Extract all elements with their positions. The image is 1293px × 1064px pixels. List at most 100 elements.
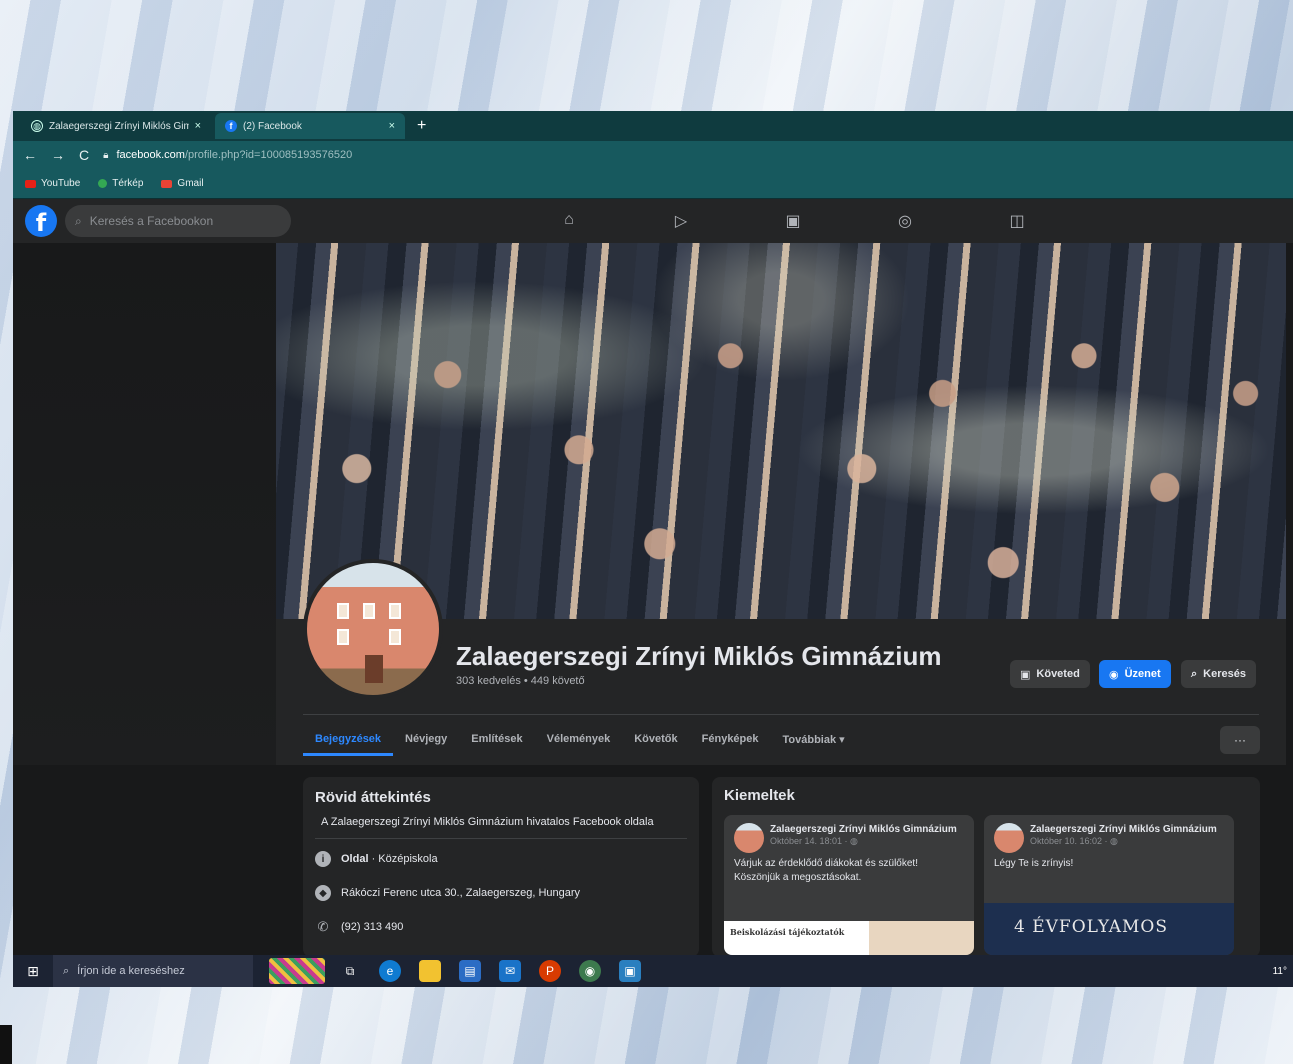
intro-card: Rövid áttekintés A Zalaegerszegi Zrínyi …	[303, 777, 699, 957]
page-category: · Középiskola	[371, 853, 438, 865]
avatar-window	[389, 629, 401, 645]
header-divider	[303, 714, 1259, 715]
more-options-button[interactable]: ···	[1220, 726, 1260, 754]
phone-text: (92) 313 490	[341, 921, 404, 933]
avatar	[734, 823, 764, 853]
gaming-icon[interactable]: ◫	[1006, 211, 1028, 231]
messenger-icon: ◉	[1109, 668, 1119, 681]
post-author[interactable]: Zalaegerszegi Zrínyi Miklós Gimnázium	[1030, 823, 1217, 836]
tab-followers[interactable]: Követők	[622, 725, 689, 756]
avatar	[994, 823, 1024, 853]
follow-button[interactable]: ▣ Követed	[1010, 660, 1090, 688]
watch-icon[interactable]: ▷	[670, 211, 692, 231]
bookmarks-bar: YouTube Térkép Gmail	[13, 169, 1293, 199]
taskbar-apps: ⧉ e ▤ ✉ P ◉ ▣	[339, 960, 641, 982]
reload-icon[interactable]: C	[79, 147, 89, 163]
home-icon[interactable]: ⌂	[558, 211, 580, 231]
new-tab-button[interactable]: +	[409, 117, 434, 135]
facebook-main-nav: ⌂ ▷ ▣ ◎ ◫	[558, 211, 1028, 231]
post-text: Légy Te is zrínyis!	[994, 858, 1074, 869]
featured-post[interactable]: Zalaegerszegi Zrínyi Miklós Gimnázium Ok…	[724, 815, 974, 955]
tab-mentions[interactable]: Említések	[459, 725, 534, 756]
intro-page-category: i Oldal · Középiskola	[315, 851, 687, 867]
file-explorer-icon[interactable]	[419, 960, 441, 982]
tab-more[interactable]: Továbbiak ▾	[771, 725, 857, 756]
mail-icon[interactable]: ✉	[499, 960, 521, 982]
cover-photo-crowd	[276, 243, 1286, 619]
featured-post[interactable]: Zalaegerszegi Zrínyi Miklós Gimnázium Ok…	[984, 815, 1234, 955]
facebook-header: f ⌕ Keresés a Facebookon ⌂ ▷ ▣ ◎ ◫	[13, 199, 1293, 243]
save-icon[interactable]: ▤	[459, 960, 481, 982]
url-path: /profile.php?id=100085193576520	[184, 149, 353, 161]
phone-icon: ✆	[317, 919, 329, 934]
facebook-logo[interactable]: f	[25, 205, 57, 237]
forward-icon[interactable]: →	[51, 147, 65, 163]
url-field[interactable]: 🔒︎ facebook.com/profile.php?id=100085193…	[103, 149, 352, 161]
taskbar-search-input[interactable]: ⌕ Írjon ide a kereséshez	[53, 955, 253, 987]
cover-photo[interactable]	[276, 243, 1286, 619]
intro-address: ◆ Rákóczi Ferenc utca 30., Zalaegerszeg,…	[315, 885, 687, 901]
monitor-bezel	[0, 1025, 12, 1064]
page-label[interactable]: Oldal	[341, 853, 369, 865]
app-window-icon[interactable]: ▣	[619, 960, 641, 982]
avatar-door	[365, 655, 383, 683]
facebook-search-input[interactable]: ⌕ Keresés a Facebookon	[65, 205, 291, 237]
browser-tab-facebook[interactable]: f (2) Facebook ×	[215, 113, 405, 139]
tab-title: (2) Facebook	[243, 120, 302, 132]
address-bar-row: ← → C 🔒︎ facebook.com/profile.php?id=100…	[13, 141, 1293, 169]
message-button[interactable]: ◉ Üzenet	[1099, 660, 1171, 688]
powerpoint-icon[interactable]: P	[539, 960, 561, 982]
monitor-screen: ◍ Zalaegerszegi Zrínyi Miklós Gim × f (2…	[13, 111, 1293, 987]
post-author[interactable]: Zalaegerszegi Zrínyi Miklós Gimnázium	[770, 823, 957, 836]
bookmark-youtube[interactable]: YouTube	[25, 178, 80, 189]
page-search-label: Keresés	[1203, 668, 1246, 680]
post-image: Beiskolázási tájékoztatók	[724, 921, 974, 955]
tab-posts[interactable]: Bejegyzések	[303, 725, 394, 756]
avatar-window	[337, 629, 349, 645]
profile-tabs: Bejegyzések Névjegy Említések Vélemények…	[303, 725, 857, 756]
location-icon: ◆	[315, 885, 331, 901]
post-header: Zalaegerszegi Zrínyi Miklós Gimnázium Ok…	[724, 815, 974, 857]
windows-start-icon[interactable]: ⊞	[13, 963, 53, 980]
tab-reviews[interactable]: Vélemények	[535, 725, 623, 756]
close-tab-icon[interactable]: ×	[389, 120, 395, 132]
tab-about[interactable]: Névjegy	[393, 725, 459, 756]
edge-icon[interactable]: e	[379, 960, 401, 982]
browser-tab-school[interactable]: ◍ Zalaegerszegi Zrínyi Miklós Gim ×	[21, 113, 211, 139]
lock-icon: 🔒︎	[103, 149, 109, 161]
featured-title: Kiemeltek	[724, 787, 795, 804]
youtube-icon	[25, 179, 36, 188]
marketplace-icon[interactable]: ▣	[782, 211, 804, 231]
address-text[interactable]: Rákóczi Ferenc utca 30., Zalaegerszeg, H…	[341, 887, 580, 899]
profile-avatar[interactable]	[303, 559, 443, 699]
close-tab-icon[interactable]: ×	[195, 120, 201, 132]
post-date: Október 14. 18:01 · ◍	[770, 836, 858, 846]
taskbar-search-placeholder: Írjon ide a kereséshez	[77, 965, 185, 977]
intro-description: A Zalaegerszegi Zrínyi Miklós Gimnázium …	[315, 816, 687, 839]
task-view-icon[interactable]: ⧉	[339, 960, 361, 982]
intro-phone: ✆ (92) 313 490	[315, 919, 687, 935]
chrome-icon[interactable]: ◉	[579, 960, 601, 982]
avatar-window	[389, 603, 401, 619]
search-icon: ⌕	[75, 213, 82, 228]
bookmark-terkep[interactable]: Térkép	[98, 178, 143, 189]
page-search-button[interactable]: ⌕ Keresés	[1181, 660, 1256, 688]
facebook-favicon-icon: f	[225, 120, 237, 132]
left-panel	[13, 243, 276, 765]
search-highlight-image[interactable]	[269, 958, 325, 984]
follow-label: Követed	[1036, 668, 1080, 680]
follow-icon: ▣	[1020, 668, 1031, 681]
avatar-window	[337, 603, 349, 619]
bookmark-gmail[interactable]: Gmail	[161, 178, 204, 189]
back-icon[interactable]: ←	[23, 147, 37, 163]
browser-tabbar: ◍ Zalaegerszegi Zrínyi Miklós Gim × f (2…	[13, 111, 1293, 141]
page-stats[interactable]: 303 kedvelés • 449 követő	[456, 675, 585, 687]
gmail-icon	[161, 179, 173, 188]
tab-photos[interactable]: Fényképek	[690, 725, 771, 756]
search-placeholder: Keresés a Facebookon	[89, 214, 214, 228]
message-label: Üzenet	[1124, 668, 1161, 680]
groups-icon[interactable]: ◎	[894, 211, 916, 231]
weather-tray[interactable]: 11°	[1273, 966, 1287, 977]
featured-card: Kiemeltek Zalaegerszegi Zrínyi Miklós Gi…	[712, 777, 1260, 957]
globe-icon: ◍	[31, 120, 43, 132]
